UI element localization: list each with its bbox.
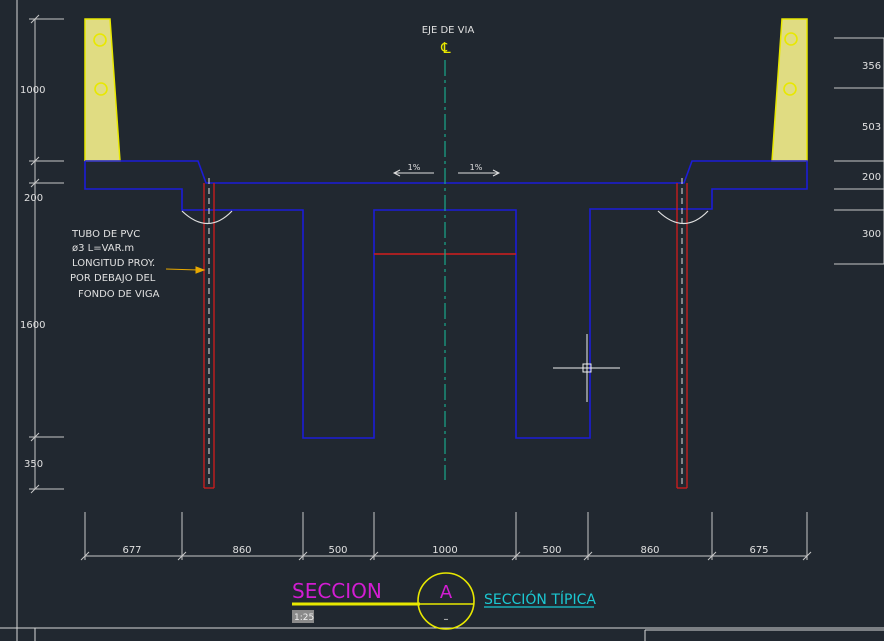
slope-label-left: 1% bbox=[408, 163, 421, 172]
dim-bottom: 860 bbox=[640, 545, 659, 556]
dim-bottom: 677 bbox=[122, 545, 141, 556]
dim-bottom: 1000 bbox=[432, 545, 457, 556]
dim-right: 300 bbox=[862, 229, 881, 240]
section-title: SECCION bbox=[292, 579, 382, 603]
dim-left: 1000 bbox=[20, 85, 45, 96]
pvc-note-line: FONDO DE VIGA bbox=[78, 289, 160, 300]
dim-left: 350 bbox=[24, 459, 43, 470]
dim-bottom: 500 bbox=[542, 545, 561, 556]
dim-right: 503 bbox=[862, 122, 881, 133]
dim-left: 1600 bbox=[20, 320, 45, 331]
centerline-symbol: ℄ bbox=[440, 39, 451, 57]
pvc-note-leader bbox=[165, 266, 206, 274]
right-drain-pipe bbox=[657, 178, 709, 489]
pvc-note-line: LONGITUD PROY. bbox=[72, 258, 155, 269]
crosshair-cursor[interactable] bbox=[553, 334, 620, 402]
dim-right: 200 bbox=[862, 172, 881, 183]
left-drain-pipe bbox=[181, 178, 233, 489]
section-subtitle: SECCIÓN TÍPICA bbox=[484, 590, 596, 608]
pvc-note-line: TUBO DE PVC bbox=[71, 229, 140, 240]
axis-label: EJE DE VIA bbox=[422, 25, 475, 36]
dim-left: 200 bbox=[24, 193, 43, 204]
dim-bottom: 860 bbox=[232, 545, 251, 556]
section-sub: – bbox=[444, 614, 449, 625]
pvc-note: TUBO DE PVC ø3 L=VAR.m LONGITUD PROY. PO… bbox=[70, 229, 160, 300]
dim-right: 356 bbox=[862, 61, 881, 72]
pvc-note-line: POR DEBAJO DEL bbox=[70, 273, 156, 284]
deck-and-girders-outline bbox=[84, 160, 808, 439]
pvc-note-line: ø3 L=VAR.m bbox=[72, 243, 134, 254]
slope-label-right: 1% bbox=[470, 163, 483, 172]
dim-bottom: 500 bbox=[328, 545, 347, 556]
cad-drawing[interactable]: EJE DE VIA ℄ 1% 1% TUBO DE PVC ø3 L=VAR.… bbox=[0, 0, 884, 641]
left-barrier bbox=[84, 18, 121, 162]
right-barrier bbox=[771, 18, 808, 162]
section-scale: 1:25 bbox=[294, 613, 314, 623]
section-letter: A bbox=[440, 582, 453, 603]
dim-bottom: 675 bbox=[749, 545, 768, 556]
